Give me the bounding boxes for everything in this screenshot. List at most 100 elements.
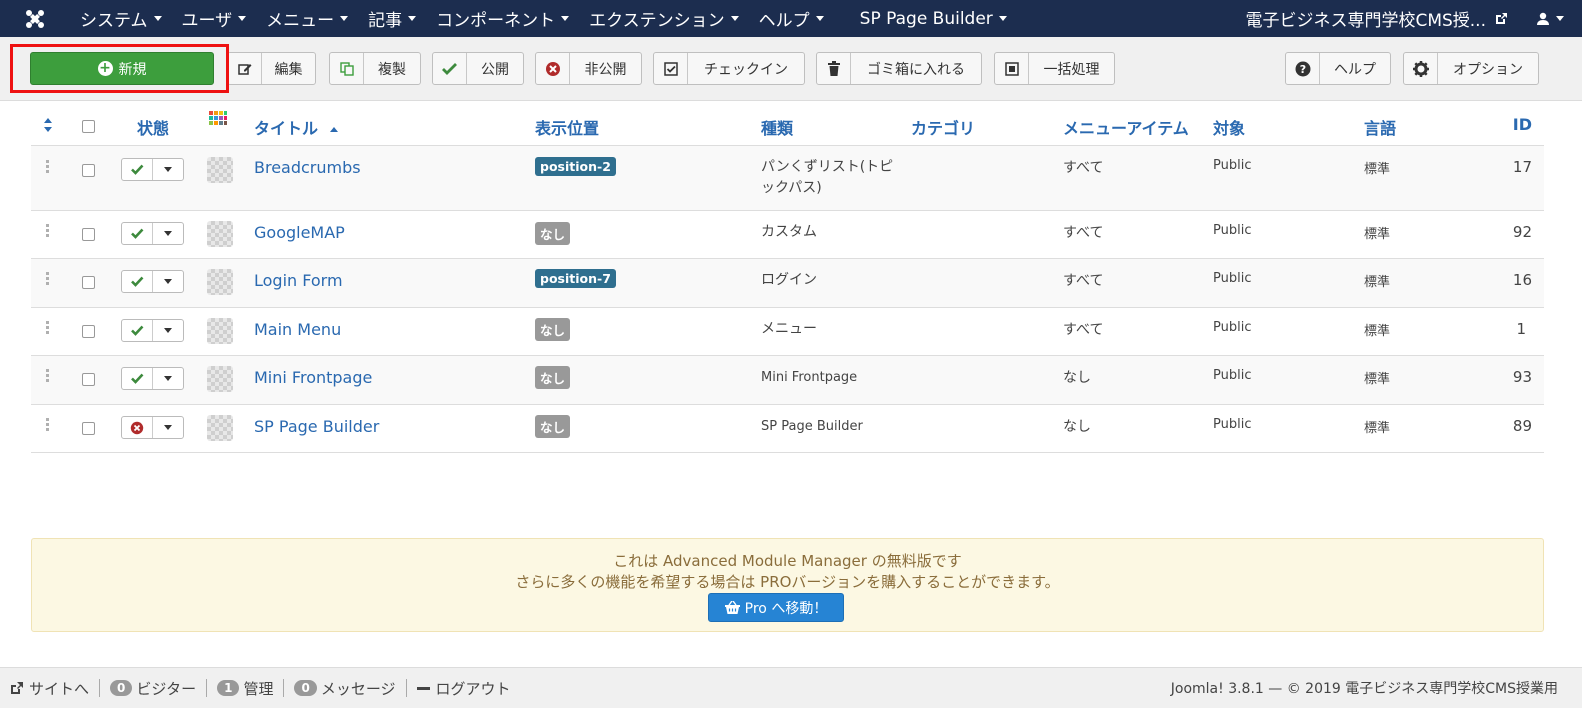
copy-button[interactable]: 複製 [329,52,421,85]
checkin-button[interactable]: チェックイン [653,52,805,85]
table-row: Main Menu なし メニュー すべて Public 標準 1 [31,308,1544,356]
module-color-icon [207,221,233,247]
caret-down-icon [408,16,417,21]
module-title-link[interactable]: Breadcrumbs [254,158,361,177]
module-type: SP Page Builder [761,419,863,434]
modules-table: 状態 タイトル 表示位置 種類 カテゴリ メニューアイテム 対象 言語 ID B… [31,104,1544,453]
status-dropdown-caret-icon[interactable] [153,417,183,438]
status-dropdown-caret-icon[interactable] [153,159,183,180]
logout-link[interactable]: ログアウト [407,678,521,699]
status-toggle[interactable] [121,158,184,181]
table-header: 状態 タイトル 表示位置 種類 カテゴリ メニューアイテム 対象 言語 ID [31,104,1544,146]
header-menuitem[interactable]: メニューアイテム [1063,115,1189,139]
help-button[interactable]: ? ヘルプ [1285,52,1391,85]
nav-menu-menus[interactable]: メニュー [256,0,358,37]
edit-button[interactable]: 編集 [227,52,316,85]
published-check-icon[interactable] [122,159,153,180]
module-id: 1 [1516,320,1526,338]
header-language[interactable]: 言語 [1364,115,1396,139]
status-toggle[interactable] [121,416,184,439]
batch-button[interactable]: 一括処理 [994,52,1115,85]
header-status[interactable]: 状態 [137,115,169,139]
published-check-icon[interactable] [122,368,153,389]
row-checkbox[interactable] [82,276,95,289]
table-row: GoogleMAP なし カスタム すべて Public 標準 92 [31,211,1544,259]
view-site-link[interactable]: サイトへ [0,678,99,699]
joomla-logo-icon[interactable] [0,0,70,37]
access-level: Public [1213,417,1252,432]
menu-assignment: すべて [1063,273,1104,289]
module-title-link[interactable]: SP Page Builder [254,417,379,436]
messages-status[interactable]: 0 メッセージ [284,678,405,699]
user-menu[interactable] [1518,12,1582,26]
color-grid-icon[interactable] [209,111,227,133]
module-title-link[interactable]: Login Form [254,271,343,290]
toolbar: + 新規 編集 複製 公開 非公開 チェックイン ゴミ箱に入れる 一括処理 ? … [0,37,1582,101]
module-id: 17 [1512,158,1532,176]
drag-handle-icon[interactable] [46,160,50,174]
nav-menu-help[interactable]: ヘルプ [749,0,834,37]
status-toggle[interactable] [121,270,184,293]
nav-menu-sp-page-builder[interactable]: SP Page Builder [850,0,1017,37]
go-pro-button[interactable]: Pro へ移動！ [708,593,844,622]
caret-down-icon [1556,16,1564,21]
access-level: Public [1213,223,1252,238]
module-type: Mini Frontpage [761,370,858,385]
header-id[interactable]: ID [1513,115,1532,134]
nav-menu-components[interactable]: コンポーネント [426,0,579,37]
module-title-link[interactable]: Main Menu [254,320,341,339]
top-navbar: システム ユーザ メニュー 記事 コンポーネント エクステンション ヘルプ SP… [0,0,1582,37]
sort-order-icon[interactable] [43,117,53,136]
header-type[interactable]: 種類 [761,115,793,139]
row-checkbox[interactable] [82,164,95,177]
visitors-status[interactable]: 0 ビジター [100,678,206,699]
published-check-icon[interactable] [122,223,153,244]
status-dropdown-caret-icon[interactable] [153,223,183,244]
gear-icon [1404,53,1438,84]
status-dropdown-caret-icon[interactable] [153,368,183,389]
header-title[interactable]: タイトル [254,115,338,139]
nav-menu-content[interactable]: 記事 [358,0,426,37]
header-access[interactable]: 対象 [1213,115,1245,139]
header-category[interactable]: カテゴリ [911,115,975,139]
menu-assignment: なし [1063,370,1091,386]
header-position[interactable]: 表示位置 [535,115,599,139]
module-title-link[interactable]: Mini Frontpage [254,368,372,387]
caret-down-icon [815,16,824,21]
site-name-link[interactable]: 電子ビジネス専門学校CMS授... [1235,6,1518,31]
trash-button[interactable]: ゴミ箱に入れる [816,52,982,85]
row-checkbox[interactable] [82,228,95,241]
options-button[interactable]: オプション [1403,52,1539,85]
module-title-link[interactable]: GoogleMAP [254,223,345,242]
table-row: Mini Frontpage なし Mini Frontpage なし Publ… [31,356,1544,405]
published-check-icon[interactable] [122,320,153,341]
free-version-notice: これは Advanced Module Manager の無料版です さらに多く… [31,538,1544,632]
status-toggle[interactable] [121,367,184,390]
status-dropdown-caret-icon[interactable] [153,271,183,292]
module-type: パンくずリスト(トピックパス) [761,159,894,196]
drag-handle-icon[interactable] [46,272,50,286]
nav-menu-users[interactable]: ユーザ [172,0,257,37]
unpublished-cancel-icon[interactable] [122,417,153,438]
drag-handle-icon[interactable] [46,321,50,335]
admins-status[interactable]: 1 管理 [207,678,283,699]
row-checkbox[interactable] [82,325,95,338]
status-toggle[interactable] [121,222,184,245]
visitors-count-badge: 0 [110,680,133,696]
nav-menu-system[interactable]: システム [70,0,172,37]
status-dropdown-caret-icon[interactable] [153,320,183,341]
nav-menu-extensions[interactable]: エクステンション [579,0,749,37]
status-toggle[interactable] [121,319,184,342]
drag-handle-icon[interactable] [46,369,50,383]
published-check-icon[interactable] [122,271,153,292]
select-all-checkbox[interactable] [82,120,95,133]
drag-handle-icon[interactable] [46,418,50,432]
drag-handle-icon[interactable] [46,224,50,238]
unpublish-button[interactable]: 非公開 [535,52,642,85]
language: 標準 [1364,162,1391,177]
access-level: Public [1213,271,1252,286]
module-id: 16 [1512,271,1532,289]
row-checkbox[interactable] [82,373,95,386]
publish-button[interactable]: 公開 [432,52,524,85]
row-checkbox[interactable] [82,422,95,435]
